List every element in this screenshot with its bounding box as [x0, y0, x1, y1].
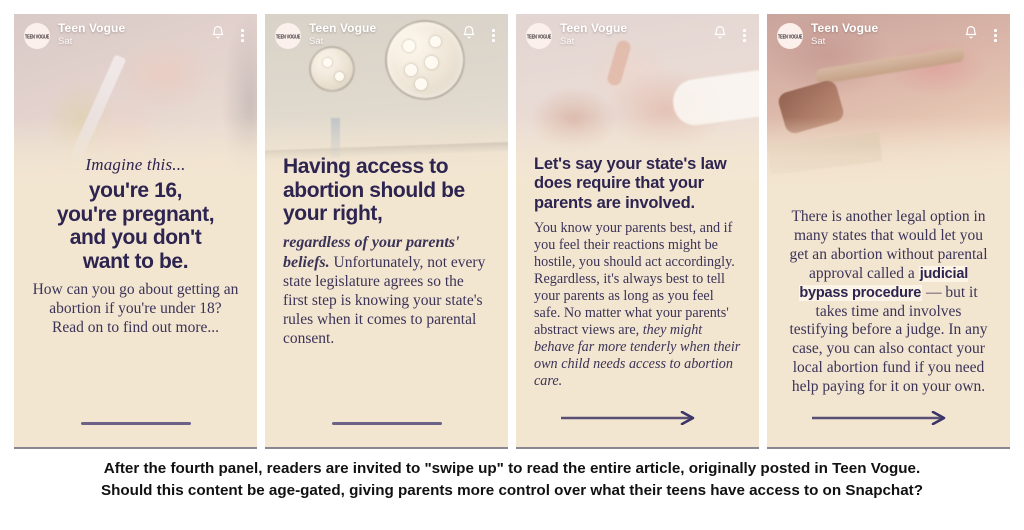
panel-2-headline-text: Having access to abortion should be your… — [283, 155, 465, 226]
kebab-menu-icon[interactable] — [489, 27, 498, 44]
caption-line-2: Should this content be age-gated, giving… — [101, 481, 923, 499]
panel-1-headline-text: you're 16, you're pregnant, and you don't w… — [56, 179, 215, 274]
snap-header-2: TEEN VOGUE Teen Vogue Sat — [265, 14, 508, 58]
channel-timestamp: Sat — [309, 35, 324, 47]
channel-name: Teen Vogue — [309, 21, 377, 35]
lamp-bulb — [415, 78, 427, 90]
story-panel-4[interactable]: TEEN VOGUE Teen Vogue Sat There is anoth… — [767, 14, 1010, 449]
channel-meta: Teen Vogue Sat — [58, 22, 211, 47]
panel-4-swipe-indicator[interactable] — [767, 411, 1010, 425]
snap-header-3: TEEN VOGUE Teen Vogue Sat — [516, 14, 759, 58]
figure-caption: After the fourth panel, readers are invi… — [0, 458, 1024, 501]
panel-1-headline: you're 16, you're pregnant, and you don't w… — [32, 179, 239, 274]
panel-3-swipe-indicator[interactable] — [516, 411, 759, 425]
header-icons — [713, 25, 749, 46]
kebab-dot — [994, 39, 997, 42]
avatar[interactable]: TEEN VOGUE — [275, 23, 301, 49]
caption-line-1: After the fourth panel, readers are invi… — [103, 460, 921, 477]
channel-timestamp: Sat — [58, 35, 73, 47]
snap-header-1: TEEN VOGUE Teen Vogue Sat — [14, 14, 257, 58]
snapchat-story-figure: TEEN VOGUE Teen Vogue Sat Imagine this..… — [0, 0, 1024, 530]
lamp-bulb — [323, 58, 332, 67]
header-icons — [462, 25, 498, 46]
avatar-wordmark: TEEN VOGUE — [275, 32, 301, 40]
kebab-dot — [743, 39, 746, 42]
gavel-head — [776, 78, 846, 136]
bell-icon[interactable] — [462, 25, 476, 46]
panel-3-headline-text: Let's say your state's law does require … — [534, 155, 727, 212]
lamp-bulb — [405, 64, 417, 76]
channel-name: Teen Vogue — [560, 21, 628, 35]
white-sleeve — [670, 69, 759, 129]
panel-1-kicker: Imagine this... — [85, 155, 186, 174]
kebab-dot — [492, 39, 495, 42]
kebab-menu-icon[interactable] — [991, 27, 1000, 44]
avatar[interactable]: TEEN VOGUE — [24, 23, 50, 49]
kebab-dot — [492, 34, 495, 37]
bell-icon[interactable] — [964, 25, 978, 46]
swipe-line — [80, 422, 191, 425]
kebab-dot — [743, 29, 746, 32]
panel-1-body-text: How can you go about getting an abortion… — [32, 280, 239, 336]
kebab-dot — [241, 34, 244, 37]
kebab-dot — [241, 39, 244, 42]
story-panel-strip: TEEN VOGUE Teen Vogue Sat Imagine this..… — [14, 14, 1010, 449]
equipment-pole — [331, 118, 340, 158]
avatar-wordmark: TEEN VOGUE — [777, 32, 803, 40]
channel-meta: Teen Vogue Sat — [560, 22, 713, 47]
sound-block — [767, 131, 883, 175]
header-icons — [211, 25, 247, 46]
channel-timestamp: Sat — [811, 35, 826, 47]
kebab-dot — [743, 34, 746, 37]
panel-2-body-text: regardless of your parents' beliefs. Unf… — [283, 233, 490, 348]
kebab-dot — [994, 34, 997, 37]
arrow-right-icon — [561, 411, 695, 425]
swipe-line — [331, 422, 442, 425]
panel-4-body-text: There is another legal option in many st… — [785, 208, 992, 397]
bell-icon[interactable] — [713, 25, 727, 46]
panel-2-body: Having access to abortion should be your… — [265, 155, 508, 447]
avatar-wordmark: TEEN VOGUE — [526, 32, 552, 40]
header-icons — [964, 25, 1000, 46]
story-panel-3[interactable]: TEEN VOGUE Teen Vogue Sat Let's say your… — [516, 14, 759, 449]
panel-3-body-main: You know your parents best, and if you f… — [534, 219, 735, 339]
panel-1-swipe-indicator[interactable] — [14, 422, 257, 425]
bell-icon[interactable] — [211, 25, 225, 46]
arrow-right-icon — [812, 411, 946, 425]
avatar-wordmark: TEEN VOGUE — [24, 32, 50, 40]
story-panel-2[interactable]: TEEN VOGUE Teen Vogue Sat Having access … — [265, 14, 508, 449]
kebab-menu-icon[interactable] — [740, 27, 749, 44]
story-panel-1[interactable]: TEEN VOGUE Teen Vogue Sat Imagine this..… — [14, 14, 257, 449]
channel-meta: Teen Vogue Sat — [309, 22, 462, 47]
channel-meta: Teen Vogue Sat — [811, 22, 964, 47]
panel-2-headline: Having access to abortion should be your… — [283, 155, 490, 226]
panel-3-body: Let's say your state's law does require … — [516, 155, 759, 447]
pregnancy-test-stick — [69, 54, 127, 162]
avatar[interactable]: TEEN VOGUE — [777, 23, 803, 49]
panel-3-body-text: You know your parents best, and if you f… — [534, 220, 741, 390]
kebab-dot — [994, 29, 997, 32]
panel-1-body: Imagine this... you're 16, you're pregnan… — [14, 155, 257, 447]
channel-timestamp: Sat — [560, 35, 575, 47]
channel-name: Teen Vogue — [811, 21, 879, 35]
avatar[interactable]: TEEN VOGUE — [526, 23, 552, 49]
panel-3-headline: Let's say your state's law does require … — [534, 155, 741, 213]
kebab-dot — [492, 29, 495, 32]
lamp-bulb — [335, 72, 344, 81]
panel-2-swipe-indicator[interactable] — [265, 422, 508, 425]
kebab-menu-icon[interactable] — [238, 27, 247, 44]
panel-4-hero: TEEN VOGUE Teen Vogue Sat — [767, 14, 1010, 189]
channel-name: Teen Vogue — [58, 21, 126, 35]
snap-header-4: TEEN VOGUE Teen Vogue Sat — [767, 14, 1010, 58]
kebab-dot — [241, 29, 244, 32]
